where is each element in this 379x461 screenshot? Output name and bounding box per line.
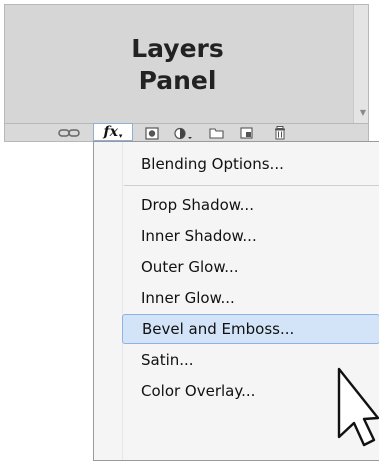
menu-item-drop-shadow[interactable]: Drop Shadow... — [124, 190, 379, 220]
panel-title-line2: Panel — [138, 66, 217, 95]
panel-title-line1: Layers — [131, 34, 224, 63]
layer-mask-icon[interactable] — [142, 126, 162, 140]
fx-label: fx — [103, 124, 118, 140]
menu-item-blending-options[interactable]: Blending Options... — [124, 149, 379, 179]
fx-button[interactable]: fx ▾ — [93, 123, 133, 141]
folder-icon[interactable] — [205, 126, 227, 140]
vertical-scrollbar[interactable]: ▼ — [353, 5, 368, 123]
menu-icon-gutter — [122, 142, 123, 460]
link-icon[interactable] — [55, 126, 83, 140]
layers-panel: Layers Panel ▼ — [4, 4, 369, 124]
menu-item-outer-glow[interactable]: Outer Glow... — [124, 252, 379, 282]
new-layer-icon[interactable] — [236, 126, 258, 140]
menu-item-bevel-and-emboss[interactable]: Bevel and Emboss... — [122, 314, 379, 344]
panel-title: Layers Panel — [5, 33, 350, 97]
trash-icon[interactable] — [269, 126, 291, 140]
mouse-pointer-icon — [336, 367, 379, 447]
chevron-down-icon: ▾ — [118, 132, 123, 140]
menu-divider — [124, 185, 379, 186]
scroll-down-arrow-icon[interactable]: ▼ — [360, 108, 366, 117]
menu-item-inner-glow[interactable]: Inner Glow... — [124, 283, 379, 313]
layers-toolbar: fx ▾ — [4, 123, 369, 148]
resize-grip-icon[interactable] — [359, 133, 365, 148]
adjustment-layer-icon[interactable] — [171, 126, 197, 140]
menu-item-inner-shadow[interactable]: Inner Shadow... — [124, 221, 379, 251]
